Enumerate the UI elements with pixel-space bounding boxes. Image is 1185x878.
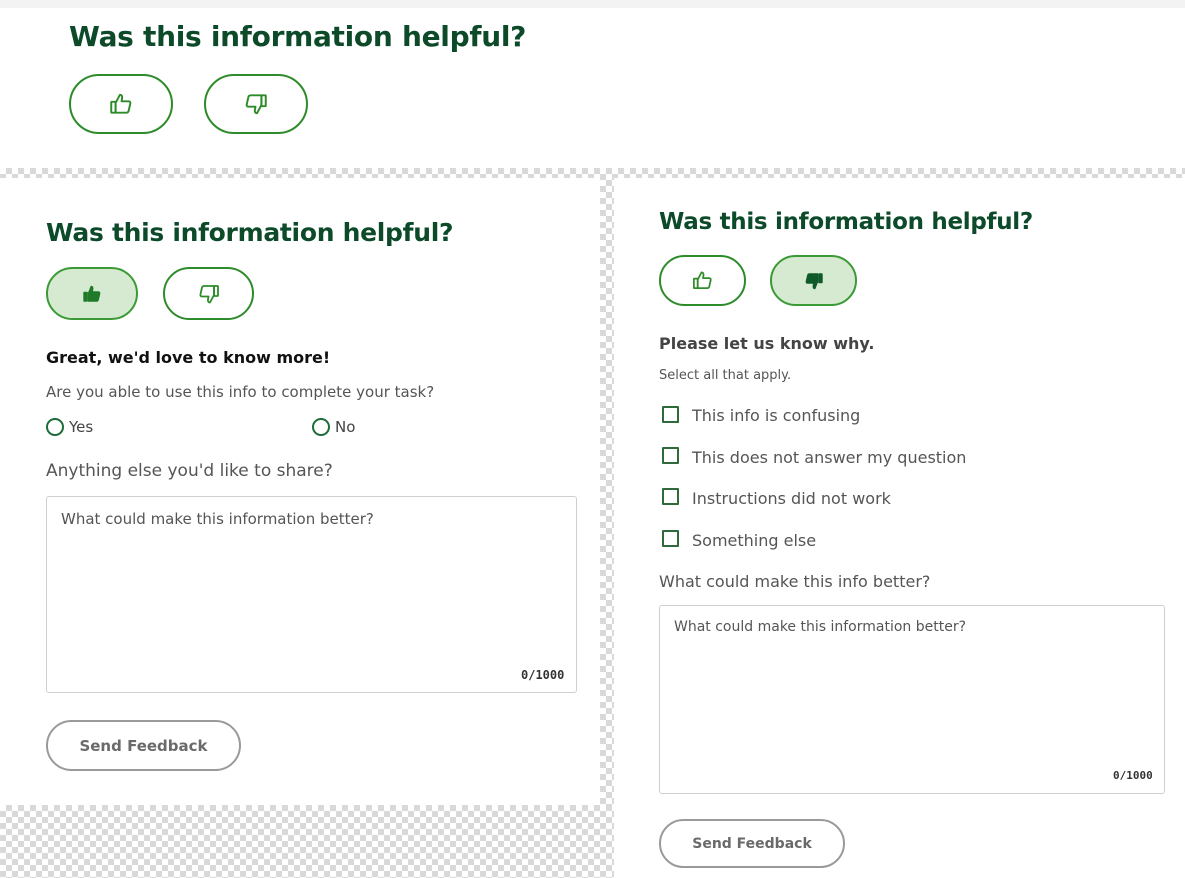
thumbs-down-icon <box>243 91 269 117</box>
panel-title: Was this information helpful? <box>46 218 454 247</box>
reason-option-not-answered[interactable]: This does not answer my question <box>662 447 1122 469</box>
thumbs-up-icon <box>108 91 134 117</box>
reason-label: Something else <box>692 531 817 550</box>
transparency-divider-horizontal <box>0 168 1185 178</box>
reason-label: This info is confusing <box>692 406 861 425</box>
radio-yes[interactable] <box>46 418 64 436</box>
radio-option-no[interactable]: No <box>312 417 432 439</box>
reason-option-something-else[interactable]: Something else <box>662 530 1122 552</box>
radio-no-label: No <box>335 418 356 436</box>
feedback-textarea[interactable] <box>659 605 1165 794</box>
radio-yes-label: Yes <box>69 418 94 436</box>
thumbs-down-button[interactable] <box>770 255 857 306</box>
thumbs-down-filled-icon <box>803 270 825 292</box>
reason-option-instructions-failed[interactable]: Instructions did not work <box>662 488 1122 510</box>
checkbox-not-answered[interactable] <box>662 447 679 464</box>
transparency-divider-vertical <box>600 168 614 878</box>
thumbs-down-button[interactable] <box>204 74 308 134</box>
better-label: What could make this info better? <box>659 572 931 591</box>
transparency-corner <box>0 805 614 878</box>
send-feedback-button[interactable]: Send Feedback <box>659 819 845 868</box>
radio-option-yes[interactable]: Yes <box>46 417 166 439</box>
select-hint: Select all that apply. <box>659 368 792 383</box>
checkbox-something-else[interactable] <box>662 530 679 547</box>
top-strip <box>0 0 1185 8</box>
page-title: Was this information helpful? <box>69 20 527 53</box>
feedback-textarea[interactable] <box>46 496 577 693</box>
send-feedback-button[interactable]: Send Feedback <box>46 720 241 771</box>
reason-label: This does not answer my question <box>692 448 967 467</box>
feedback-panel-positive: Was this information helpful? Great, we'… <box>0 178 600 805</box>
thumbs-up-button[interactable] <box>659 255 746 306</box>
thumbs-down-icon <box>197 282 221 306</box>
task-question: Are you able to use this info to complet… <box>46 383 435 401</box>
followup-title: Please let us know why. <box>659 334 875 353</box>
thumbs-down-button[interactable] <box>163 267 254 320</box>
checkbox-instructions-failed[interactable] <box>662 488 679 505</box>
checkbox-confusing[interactable] <box>662 406 679 423</box>
thumbs-up-button[interactable] <box>69 74 173 134</box>
thumbs-up-filled-icon <box>81 283 103 305</box>
followup-title: Great, we'd love to know more! <box>46 348 331 367</box>
panel-title: Was this information helpful? <box>659 209 1033 235</box>
thumbs-up-icon <box>691 269 714 292</box>
thumbs-up-button[interactable] <box>46 267 138 320</box>
share-label: Anything else you'd like to share? <box>46 461 333 481</box>
radio-no[interactable] <box>312 418 330 436</box>
reason-label: Instructions did not work <box>692 489 891 508</box>
character-counter: 0/1000 <box>1113 769 1153 782</box>
feedback-panel-negative: Was this information helpful? Please let… <box>614 178 1185 878</box>
reason-option-confusing[interactable]: This info is confusing <box>662 406 1122 428</box>
character-counter: 0/1000 <box>521 668 565 682</box>
